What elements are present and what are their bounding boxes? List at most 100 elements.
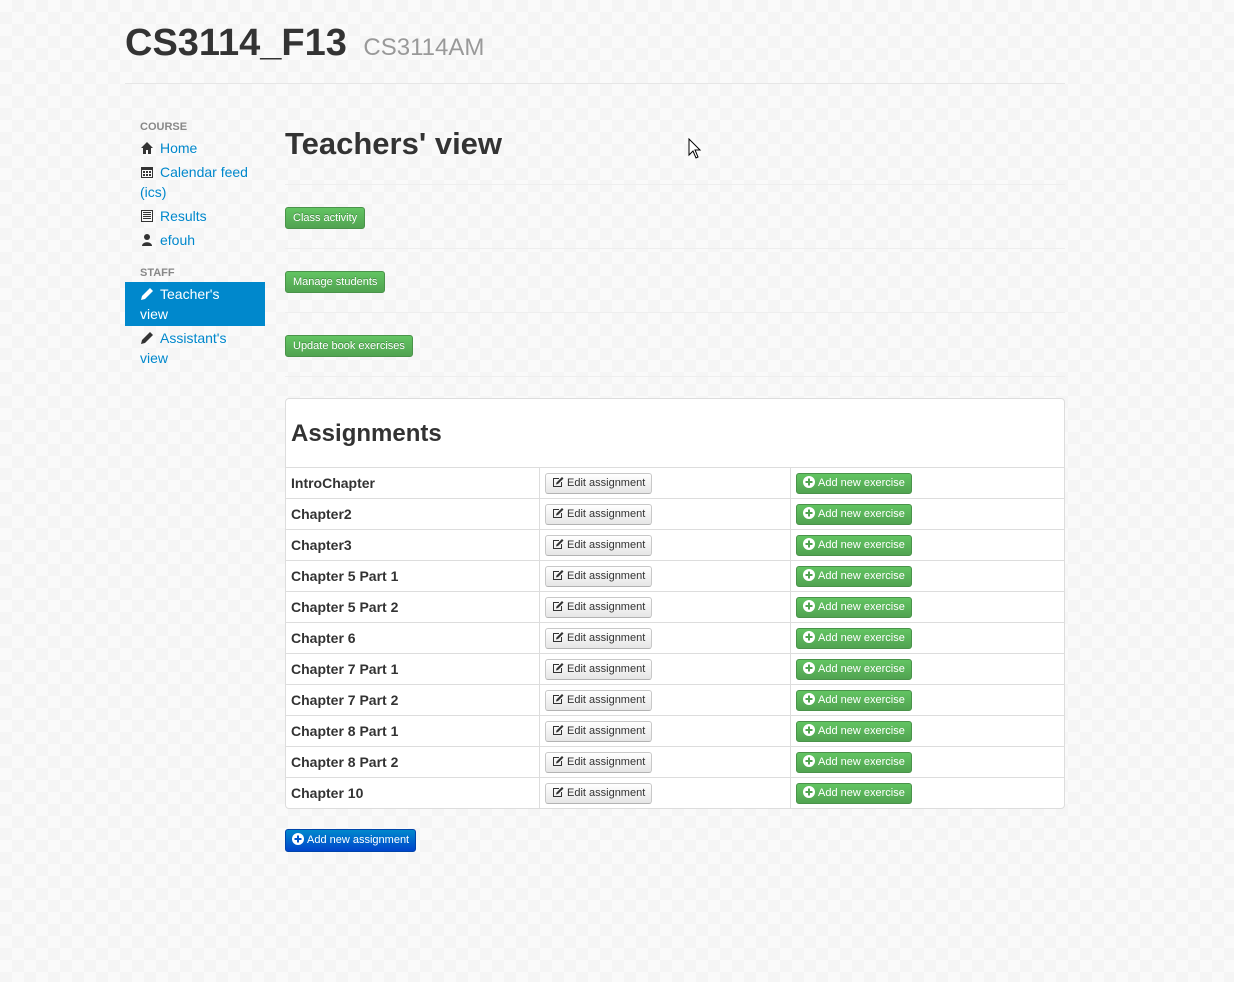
add-new-exercise-label: Add new exercise [818, 600, 905, 613]
add-new-exercise-button[interactable]: Add new exercise [796, 596, 912, 618]
add-new-exercise-button[interactable]: Add new exercise [796, 534, 912, 556]
sidebar-item-teachers-view[interactable]: Teacher's view [125, 282, 265, 326]
table-row: Chapter 5 Part 1 Edit assignment Add new e… [286, 560, 1064, 592]
plus-circle-icon [803, 630, 815, 643]
add-new-exercise-button[interactable]: Add new exercise [796, 751, 912, 773]
add-new-exercise-button[interactable]: Add new exercise [796, 503, 912, 525]
add-new-exercise-label: Add new exercise [818, 693, 905, 706]
plus-circle-icon [803, 692, 815, 705]
add-exercise-cell: Add new exercise [790, 591, 1064, 623]
home-icon [140, 140, 154, 154]
add-new-exercise-label: Add new exercise [818, 755, 905, 768]
sidebar-item-results[interactable]: Results [125, 204, 265, 228]
edit-cell: Edit assignment [539, 591, 791, 623]
course-subtitle: CS3114AM [363, 34, 485, 61]
add-new-exercise-label: Add new exercise [818, 569, 905, 582]
edit-assignment-button[interactable]: Edit assignment [545, 720, 653, 742]
user-icon [140, 232, 154, 246]
plus-circle-icon [803, 537, 815, 550]
edit-cell: Edit assignment [539, 684, 791, 716]
edit-cell: Edit assignment [539, 746, 791, 778]
table-row: Chapter 10 Edit assignment Add new exercis… [286, 777, 1064, 808]
assignments-heading: Assignments [291, 420, 442, 447]
edit-assignment-button[interactable]: Edit assignment [545, 689, 653, 711]
edit-assignment-button[interactable]: Edit assignment [545, 565, 653, 587]
assignment-name: Chapter 10 [286, 777, 540, 808]
edit-cell: Edit assignment [539, 560, 791, 592]
add-exercise-cell: Add new exercise [790, 746, 1064, 778]
add-exercise-cell: Add new exercise [790, 529, 1064, 561]
update-book-exercises-button[interactable]: Update book exercises [285, 335, 413, 357]
action-row: Manage students [285, 249, 1065, 313]
add-new-exercise-label: Add new exercise [818, 724, 905, 737]
add-exercise-cell: Add new exercise [790, 715, 1064, 747]
edit-assignment-label: Edit assignment [567, 538, 646, 551]
edit-icon [552, 693, 564, 705]
add-new-assignment-label: Add new assignment [307, 834, 410, 846]
table-row: Chapter3 Edit assignment Add new exercise [286, 529, 1064, 561]
add-new-exercise-label: Add new exercise [818, 662, 905, 675]
edit-assignment-label: Edit assignment [567, 786, 646, 799]
add-new-exercise-button[interactable]: Add new exercise [796, 720, 912, 742]
add-new-exercise-label: Add new exercise [818, 631, 905, 644]
edit-assignment-button[interactable]: Edit assignment [545, 658, 653, 680]
main-content: Teachers' view Class activity Manage stu… [285, 118, 1065, 852]
add-new-assignment-button[interactable]: Add new assignment [285, 829, 417, 852]
edit-assignment-label: Edit assignment [567, 693, 646, 706]
sidebar-item-assistants-view[interactable]: Assistant's view [125, 326, 265, 370]
sidebar-item-label: efouh [160, 232, 196, 248]
edit-cell: Edit assignment [539, 777, 791, 808]
add-new-exercise-button[interactable]: Add new exercise [796, 782, 912, 804]
plus-circle-icon [803, 568, 815, 581]
edit-cell: Edit assignment [539, 529, 791, 561]
sidebar-item-calendar-feed[interactable]: Calendar feed (ics) [125, 160, 265, 204]
add-exercise-cell: Add new exercise [790, 622, 1064, 654]
assignment-name: IntroChapter [286, 467, 540, 499]
edit-icon [552, 538, 564, 550]
add-new-exercise-button[interactable]: Add new exercise [796, 472, 912, 494]
edit-assignment-button[interactable]: Edit assignment [545, 782, 653, 804]
edit-assignment-button[interactable]: Edit assignment [545, 751, 653, 773]
mouse-cursor-icon [688, 138, 702, 159]
add-new-exercise-button[interactable]: Add new exercise [796, 565, 912, 587]
table-row: Chapter 7 Part 2 Edit assignment Add new e… [286, 684, 1064, 716]
sidebar-item-home[interactable]: Home [125, 136, 265, 160]
assignments-panel: Assignments IntroChapter Edit assignment A… [285, 398, 1065, 809]
add-new-exercise-label: Add new exercise [818, 786, 905, 799]
sidebar-item-user[interactable]: efouh [125, 228, 265, 252]
pencil-icon [140, 330, 154, 344]
edit-cell: Edit assignment [539, 715, 791, 747]
assignment-name: Chapter2 [286, 498, 540, 530]
assignments-table: IntroChapter Edit assignment Add new exerc… [286, 467, 1064, 808]
class-activity-button[interactable]: Class activity [285, 207, 366, 229]
edit-icon [552, 786, 564, 798]
action-row: Class activity [285, 185, 1065, 249]
edit-assignment-button[interactable]: Edit assignment [545, 534, 653, 556]
edit-assignment-button[interactable]: Edit assignment [545, 627, 653, 649]
sidebar-item-label: Home [160, 140, 198, 156]
plus-circle-icon [803, 723, 815, 736]
plus-circle-icon [803, 785, 815, 798]
table-row: Chapter 6 Edit assignment Add new exercise [286, 622, 1064, 654]
add-new-exercise-button[interactable]: Add new exercise [796, 689, 912, 711]
add-new-exercise-button[interactable]: Add new exercise [796, 627, 912, 649]
edit-assignment-button[interactable]: Edit assignment [545, 596, 653, 618]
assignment-name: Chapter3 [286, 529, 540, 561]
assignment-name: Chapter 8 Part 1 [286, 715, 540, 747]
page-title: Teachers' view [285, 126, 1065, 185]
edit-assignment-button[interactable]: Edit assignment [545, 503, 653, 525]
sidebar-item-label: Calendar feed (ics) [140, 164, 248, 200]
add-exercise-cell: Add new exercise [790, 498, 1064, 530]
edit-icon [552, 662, 564, 674]
edit-assignment-button[interactable]: Edit assignment [545, 472, 653, 494]
manage-students-button[interactable]: Manage students [285, 271, 386, 293]
add-exercise-cell: Add new exercise [790, 467, 1064, 499]
plus-circle-icon [803, 599, 815, 612]
course-name: CS3114_F13 [125, 22, 347, 64]
table-row: Chapter 8 Part 2 Edit assignment Add new e… [286, 746, 1064, 778]
edit-cell: Edit assignment [539, 622, 791, 654]
action-row: Update book exercises [285, 313, 1065, 377]
add-new-exercise-button[interactable]: Add new exercise [796, 658, 912, 680]
calendar-icon [140, 164, 154, 178]
nav-header-staff: STAFF [140, 267, 175, 279]
